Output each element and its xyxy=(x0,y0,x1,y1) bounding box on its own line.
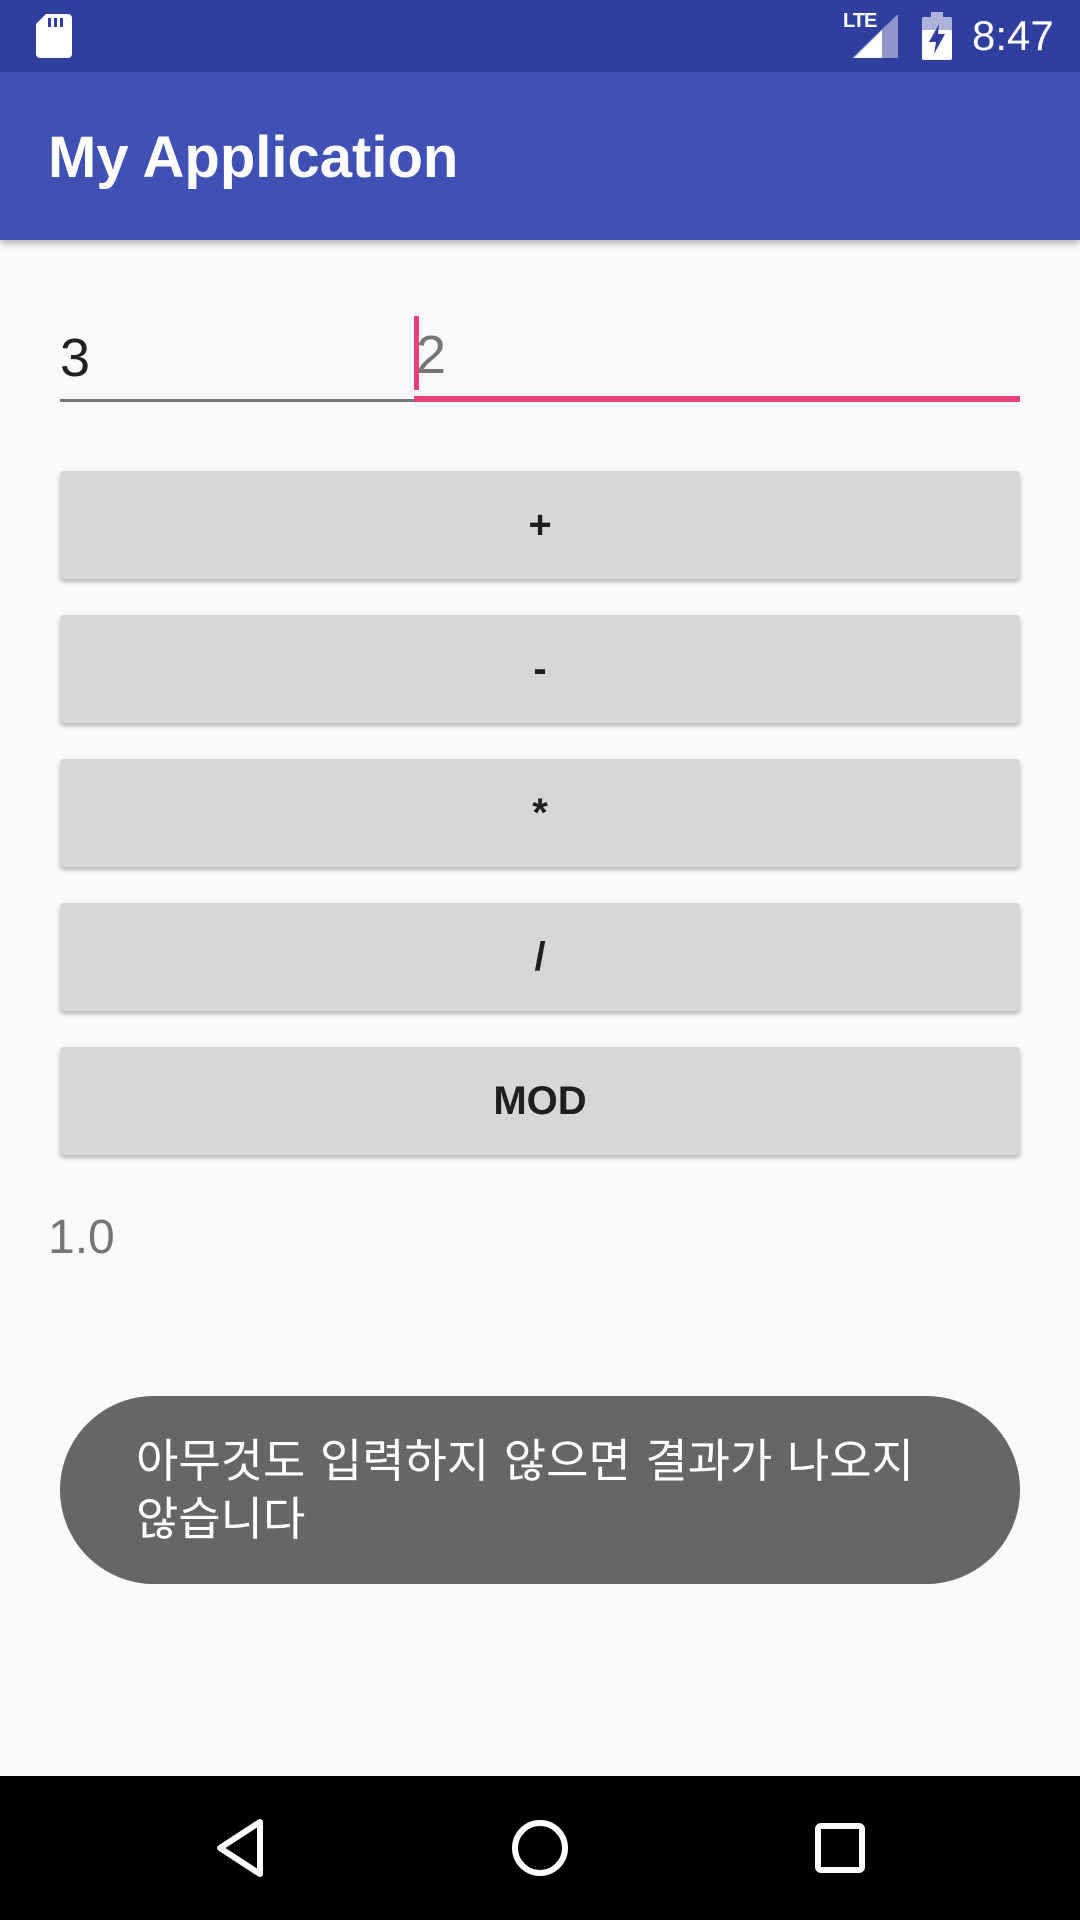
second-number-value: 2 xyxy=(416,325,447,385)
subtract-button[interactable]: - xyxy=(60,615,1020,723)
first-number-value: 3 xyxy=(60,328,91,388)
multiply-button[interactable]: * xyxy=(60,759,1020,867)
app-title: My Application xyxy=(48,125,459,190)
sd-card-icon xyxy=(36,14,72,58)
toast-text: 아무것도 입력하지 않으면 결과가 나오지 않습니다 xyxy=(136,1434,914,1546)
navigation-bar xyxy=(0,1776,1080,1920)
second-number-input[interactable]: 2 xyxy=(414,312,1020,402)
add-button[interactable]: + xyxy=(60,471,1020,579)
divide-button[interactable]: / xyxy=(60,903,1020,1011)
signal-icon xyxy=(852,14,898,58)
app-bar: My Application xyxy=(0,72,1080,240)
status-bar: LTE 8:47 xyxy=(0,0,1080,72)
mod-button[interactable]: MOD xyxy=(60,1047,1020,1155)
first-number-input[interactable]: 3 xyxy=(60,312,414,402)
result-text: 1.0 xyxy=(48,1211,115,1264)
home-icon[interactable] xyxy=(504,1812,576,1884)
back-icon[interactable] xyxy=(204,1812,276,1884)
clock: 8:47 xyxy=(972,12,1054,59)
battery-charging-icon xyxy=(922,12,952,60)
toast-message: 아무것도 입력하지 않으면 결과가 나오지 않습니다 xyxy=(60,1396,1020,1584)
recents-icon[interactable] xyxy=(804,1812,876,1884)
